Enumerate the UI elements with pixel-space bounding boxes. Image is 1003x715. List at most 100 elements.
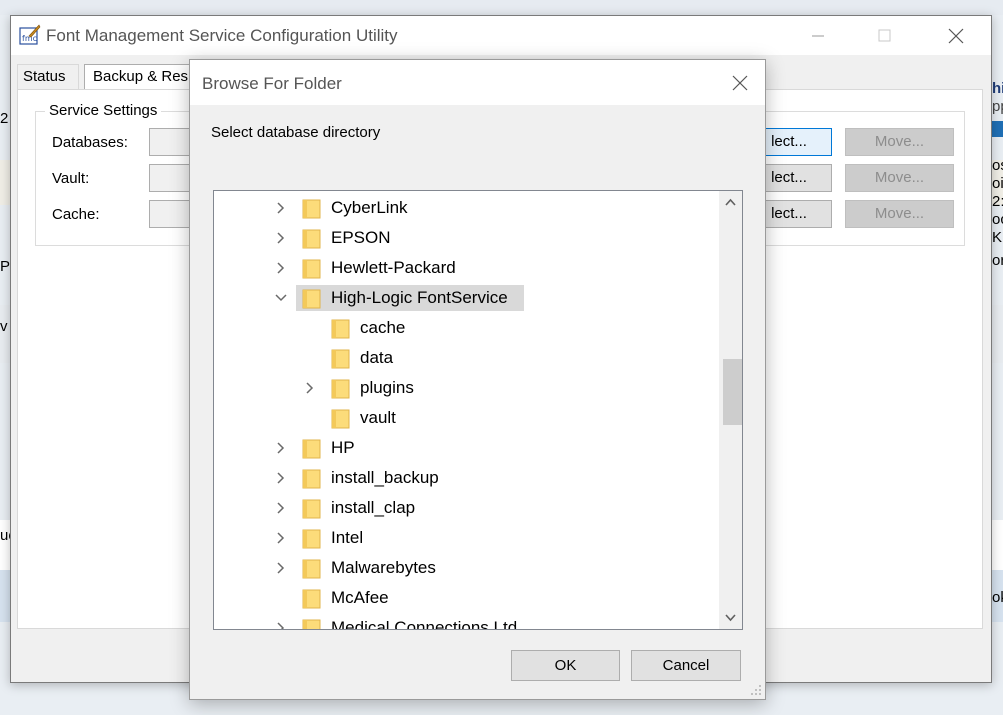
- databases-label: Databases:: [52, 134, 128, 151]
- tree-item-label: vault: [360, 408, 396, 427]
- tree-item-label: Intel: [331, 528, 364, 547]
- dialog-title: Browse For Folder: [202, 74, 342, 93]
- folder-icon: [302, 259, 321, 279]
- chevron-right-icon[interactable]: [274, 440, 288, 456]
- button-label: lect...: [771, 169, 807, 186]
- chevron-up-icon: [725, 198, 736, 206]
- app-icon: fmc: [19, 24, 41, 45]
- tab-backup-restore[interactable]: Backup & Res: [84, 64, 204, 89]
- background-text-fragment: oi: [992, 175, 1003, 192]
- background-text-fragment: oc: [992, 211, 1003, 228]
- scroll-thumb[interactable]: [723, 359, 742, 425]
- folder-icon: [302, 199, 321, 219]
- resize-grip-icon[interactable]: [750, 684, 762, 696]
- folder-icon: [331, 349, 350, 369]
- databases-move-button[interactable]: Move...: [845, 128, 954, 156]
- dialog-close-button[interactable]: [725, 70, 755, 96]
- chevron-right-icon[interactable]: [274, 620, 288, 630]
- tree-item[interactable]: Intel: [214, 525, 719, 551]
- scroll-down-button[interactable]: [719, 606, 742, 629]
- chevron-right-icon[interactable]: [274, 470, 288, 486]
- background-top: [0, 0, 1003, 15]
- chevron-right-icon[interactable]: [274, 530, 288, 546]
- browse-for-folder-dialog: Browse For Folder Select database direct…: [189, 59, 766, 700]
- folder-icon: [302, 439, 321, 459]
- background-text-fragment: 2:: [992, 193, 1003, 210]
- chevron-right-icon[interactable]: [274, 560, 288, 576]
- tree-item[interactable]: install_clap: [214, 495, 719, 521]
- tree-scrollbar[interactable]: [719, 191, 742, 629]
- close-button[interactable]: [933, 24, 979, 48]
- group-title: Service Settings: [45, 102, 162, 119]
- background-text-fragment: ok: [992, 589, 1003, 606]
- tree-item-label: CyberLink: [331, 198, 408, 217]
- main-titlebar[interactable]: fmc Font Management Service Configuratio…: [11, 16, 991, 55]
- button-label: OK: [554, 657, 577, 674]
- dialog-instruction: Select database directory: [211, 124, 381, 141]
- tab-label: Backup & Res: [93, 68, 189, 85]
- tree-item-label: McAfee: [331, 588, 389, 607]
- tree-item[interactable]: plugins: [214, 375, 719, 401]
- tree-item-label: plugins: [360, 378, 414, 397]
- tree-item[interactable]: CyberLink: [214, 195, 719, 221]
- vault-move-button[interactable]: Move...: [845, 164, 954, 192]
- chevron-right-icon[interactable]: [274, 260, 288, 276]
- folder-icon: [302, 289, 321, 309]
- tree-item-label: Medical Connections Ltd: [331, 618, 518, 630]
- tree-item[interactable]: Hewlett-Packard: [214, 255, 719, 281]
- tree-item[interactable]: High-Logic FontService: [214, 285, 719, 311]
- dialog-titlebar[interactable]: Browse For Folder: [190, 60, 765, 105]
- folder-icon: [302, 229, 321, 249]
- tree-item-label: install_backup: [331, 468, 439, 487]
- tree-item[interactable]: data: [214, 345, 719, 371]
- button-label: Move...: [874, 169, 925, 186]
- tree-item[interactable]: Medical Connections Ltd: [214, 615, 719, 630]
- chevron-down-icon: [725, 614, 736, 622]
- tree-item[interactable]: Malwarebytes: [214, 555, 719, 581]
- background-text-fragment: or: [992, 252, 1003, 269]
- maximize-button[interactable]: [861, 24, 907, 48]
- background-text-fragment: 2: [0, 110, 9, 127]
- tab-status[interactable]: Status: [17, 64, 79, 89]
- minimize-button[interactable]: [795, 24, 841, 48]
- tree-item[interactable]: McAfee: [214, 585, 719, 611]
- button-label: Cancel: [662, 657, 710, 674]
- background-text-fragment: v: [0, 318, 8, 335]
- chevron-down-icon[interactable]: [274, 290, 288, 306]
- folder-icon: [302, 469, 321, 489]
- tree-item[interactable]: cache: [214, 315, 719, 341]
- button-label: lect...: [771, 133, 807, 150]
- folder-icon: [302, 589, 321, 609]
- close-icon: [732, 75, 748, 91]
- folder-tree[interactable]: CyberLink EPSON Hewlett-Packard High-Logic …: [213, 190, 743, 630]
- folder-icon: [331, 379, 350, 399]
- cache-move-button[interactable]: Move...: [845, 200, 954, 228]
- scroll-up-button[interactable]: [719, 191, 742, 214]
- close-icon: [948, 28, 964, 44]
- ok-button[interactable]: OK: [511, 650, 620, 681]
- chevron-right-icon[interactable]: [274, 200, 288, 216]
- folder-icon: [302, 619, 321, 629]
- background-text-fragment: os: [992, 157, 1003, 174]
- chevron-right-icon[interactable]: [303, 380, 317, 396]
- maximize-icon: [878, 29, 891, 42]
- tab-label: Status: [23, 68, 66, 85]
- tree-item[interactable]: install_backup: [214, 465, 719, 491]
- tree-item[interactable]: vault: [214, 405, 719, 431]
- tree-item-label: data: [360, 348, 394, 367]
- minimize-icon: [812, 35, 824, 37]
- tree-item-label: Hewlett-Packard: [331, 258, 456, 277]
- cache-label: Cache:: [52, 206, 100, 223]
- chevron-right-icon[interactable]: [274, 230, 288, 246]
- folder-icon: [331, 409, 350, 429]
- tree-item-label: HP: [331, 438, 355, 457]
- chevron-right-icon[interactable]: [274, 500, 288, 516]
- background-icon-fragment: [992, 121, 1003, 137]
- tree-item[interactable]: EPSON: [214, 225, 719, 251]
- cancel-button[interactable]: Cancel: [631, 650, 741, 681]
- tree-item-label: High-Logic FontService: [331, 288, 508, 307]
- folder-icon: [331, 319, 350, 339]
- button-label: lect...: [771, 205, 807, 222]
- tree-item[interactable]: HP: [214, 435, 719, 461]
- button-label: Move...: [874, 133, 925, 150]
